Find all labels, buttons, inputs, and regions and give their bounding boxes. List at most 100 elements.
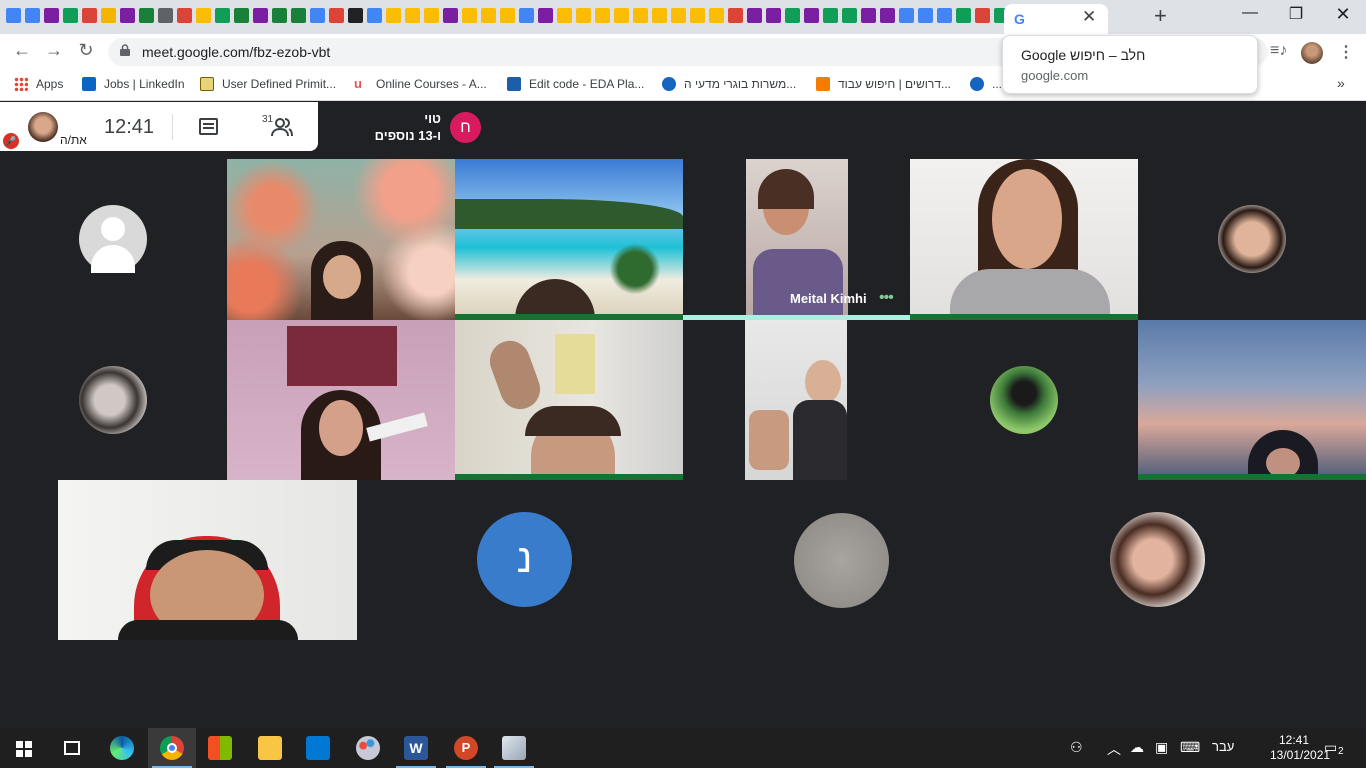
tab-favicon-icon[interactable] [690,8,705,23]
participant-tile[interactable] [227,320,455,480]
taskbar-explorer[interactable] [246,728,294,768]
new-tab-button[interactable]: + [1154,3,1167,29]
tab-favicon-icon[interactable] [614,8,629,23]
participant-tile-speaking[interactable]: Meital Kimhi ••• [683,159,910,320]
participant-tile[interactable] [1138,320,1366,480]
tab-favicon-icon[interactable] [652,8,667,23]
tab-favicon-icon[interactable] [367,8,382,23]
tab-favicon-icon[interactable] [975,8,990,23]
participant-tile[interactable] [910,320,1138,480]
notifications-icon[interactable]: ▭ [1324,739,1337,756]
forward-button[interactable]: → [42,40,66,61]
presenter-chip[interactable]: ח טוי ו-13 נוספים [318,102,490,151]
bookmark-jobs-2[interactable]: ... [970,77,1002,91]
start-button[interactable] [0,728,48,768]
tab-favicon-icon[interactable] [120,8,135,23]
tab-favicon-icon[interactable] [956,8,971,23]
bookmark-linkedin[interactable]: Jobs | LinkedIn [82,77,185,91]
tab-favicon-icon[interactable] [633,8,648,23]
tab-favicon-icon[interactable] [671,8,686,23]
tab-favicon-icon[interactable] [880,8,895,23]
tab-favicon-icon[interactable] [310,8,325,23]
reload-button[interactable]: ↻ [74,40,98,61]
tab-favicon-icon[interactable] [272,8,287,23]
tab-favicon-icon[interactable] [215,8,230,23]
tab-favicon-icon[interactable] [766,8,781,23]
tab-favicon-icon[interactable] [158,8,173,23]
chevron-up-icon[interactable]: ︿ [1107,739,1121,759]
language-indicator[interactable]: עבר [1212,739,1234,754]
participant-tile[interactable] [998,480,1316,640]
profile-avatar[interactable] [1301,42,1323,64]
participant-tile[interactable] [58,480,357,640]
tab-favicon-icon[interactable] [405,8,420,23]
chat-icon[interactable] [199,118,218,135]
participant-tile[interactable] [678,480,998,640]
tab-favicon-icon[interactable] [329,8,344,23]
participant-tile[interactable] [455,159,683,320]
tab-favicon-icon[interactable] [443,8,458,23]
tab-favicon-icon[interactable] [481,8,496,23]
people-icon[interactable] [270,116,294,138]
network-icon[interactable]: ▣ [1155,739,1168,756]
tab-favicon-icon[interactable] [519,8,534,23]
bookmark-online-courses[interactable]: u Online Courses - A... [354,77,487,92]
tab-favicon-icon[interactable] [234,8,249,23]
restore-button[interactable]: ❐ [1281,4,1311,24]
tab-favicon-icon[interactable] [462,8,477,23]
tab-favicon-icon[interactable] [804,8,819,23]
taskbar-app[interactable] [490,728,538,768]
tab-favicon-icon[interactable] [44,8,59,23]
more-options-icon[interactable]: ••• [879,289,894,307]
tab-favicon-icon[interactable] [785,8,800,23]
bookmark-jobs-hebrew[interactable]: משרות בוגרי מדעי ה... [662,77,796,91]
task-view-button[interactable] [48,728,96,768]
tab-favicon-icon[interactable] [82,8,97,23]
close-window-button[interactable]: ✕ [1328,4,1358,25]
tab-favicon-icon[interactable] [861,8,876,23]
tab-favicon-icon[interactable] [424,8,439,23]
participant-tile[interactable] [0,320,227,480]
tab-favicon-icon[interactable] [101,8,116,23]
tab-favicon-icon[interactable] [386,8,401,23]
taskbar-mail[interactable] [294,728,342,768]
tab-favicon-icon[interactable] [842,8,857,23]
tab-favicon-icon[interactable] [25,8,40,23]
taskbar-store[interactable] [196,728,244,768]
tab-favicon-icon[interactable] [538,8,553,23]
taskbar-powerpoint[interactable]: P [442,728,490,768]
more-bookmarks-icon[interactable]: » [1337,75,1345,91]
taskbar-paint[interactable] [344,728,392,768]
tab-favicon-icon[interactable] [196,8,211,23]
participant-tile[interactable]: נ [358,480,678,640]
participant-tile[interactable] [0,159,227,319]
bookmark-drushim[interactable]: דרושים | חיפוש עבוד... [816,77,951,91]
bookmark-apps[interactable]: Apps [14,77,63,91]
tab-favicon-icon[interactable] [899,8,914,23]
tab-favicon-icon[interactable] [918,8,933,23]
participant-tile[interactable] [227,159,455,320]
clock[interactable]: 12:41 13/01/2021 [1270,733,1330,763]
media-icon[interactable]: ≡♪ [1270,42,1287,60]
onedrive-icon[interactable]: ☁ [1130,739,1144,756]
bookmark-eda[interactable]: Edit code - EDA Pla... [507,77,644,91]
back-button[interactable]: ← [10,40,34,61]
bookmark-user-defined[interactable]: User Defined Primit... [200,77,336,91]
tab-favicon-icon[interactable] [823,8,838,23]
menu-icon[interactable]: ⋮ [1338,42,1354,62]
tab-favicon-icon[interactable] [291,8,306,23]
taskbar-edge[interactable] [98,728,146,768]
tab-favicon-icon[interactable] [177,8,192,23]
tab-favicon-icon[interactable] [576,8,591,23]
tab-favicon-icon[interactable] [557,8,572,23]
participant-tile[interactable] [455,320,683,480]
tab-favicon-icon[interactable] [728,8,743,23]
participant-tile[interactable] [1138,159,1366,319]
close-tab-icon[interactable]: ✕ [1082,7,1096,27]
tab-favicon-icon[interactable] [253,8,268,23]
participant-tile[interactable] [910,159,1138,320]
taskbar-chrome[interactable] [148,728,196,768]
tab-favicon-icon[interactable] [937,8,952,23]
tab-favicon-icon[interactable] [595,8,610,23]
tab-favicon-icon[interactable] [500,8,515,23]
